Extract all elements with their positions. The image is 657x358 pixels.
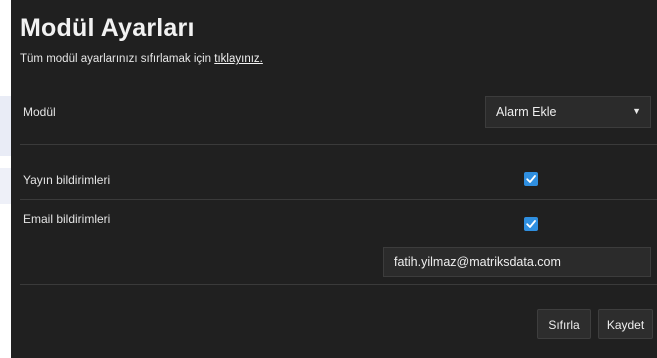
broadcast-notifications-checkbox[interactable] <box>524 172 538 186</box>
email-notifications-checkbox[interactable] <box>524 217 538 231</box>
divider <box>20 284 657 285</box>
email-field[interactable]: fatih.yilmaz@matriksdata.com <box>383 247 651 277</box>
module-settings-panel: Modül Ayarları Tüm modül ayarlarınızı sı… <box>11 0 657 358</box>
email-field-value: fatih.yilmaz@matriksdata.com <box>394 255 561 269</box>
reset-text: Tüm modül ayarlarınızı sıfırlamak için <box>20 53 215 65</box>
reset-link[interactable]: tıklayınız. <box>214 53 263 65</box>
reset-button[interactable]: Sıfırla <box>537 309 591 339</box>
module-select[interactable]: Alarm Ekle ▼ <box>485 96 651 128</box>
page-title: Modül Ayarları <box>20 14 195 42</box>
checkmark-icon <box>526 220 536 228</box>
module-label: Modül <box>23 105 56 119</box>
broadcast-notifications-label: Yayın bildirimleri <box>23 173 111 187</box>
reset-instructions: Tüm modül ayarlarınızı sıfırlamak için t… <box>20 53 263 65</box>
email-notifications-label: Email bildirimleri <box>23 212 111 226</box>
divider <box>20 144 657 145</box>
save-button[interactable]: Kaydet <box>598 309 653 339</box>
divider <box>20 199 657 200</box>
checkmark-icon <box>526 175 536 183</box>
caret-down-icon: ▼ <box>632 106 641 116</box>
module-select-value: Alarm Ekle <box>496 105 557 119</box>
